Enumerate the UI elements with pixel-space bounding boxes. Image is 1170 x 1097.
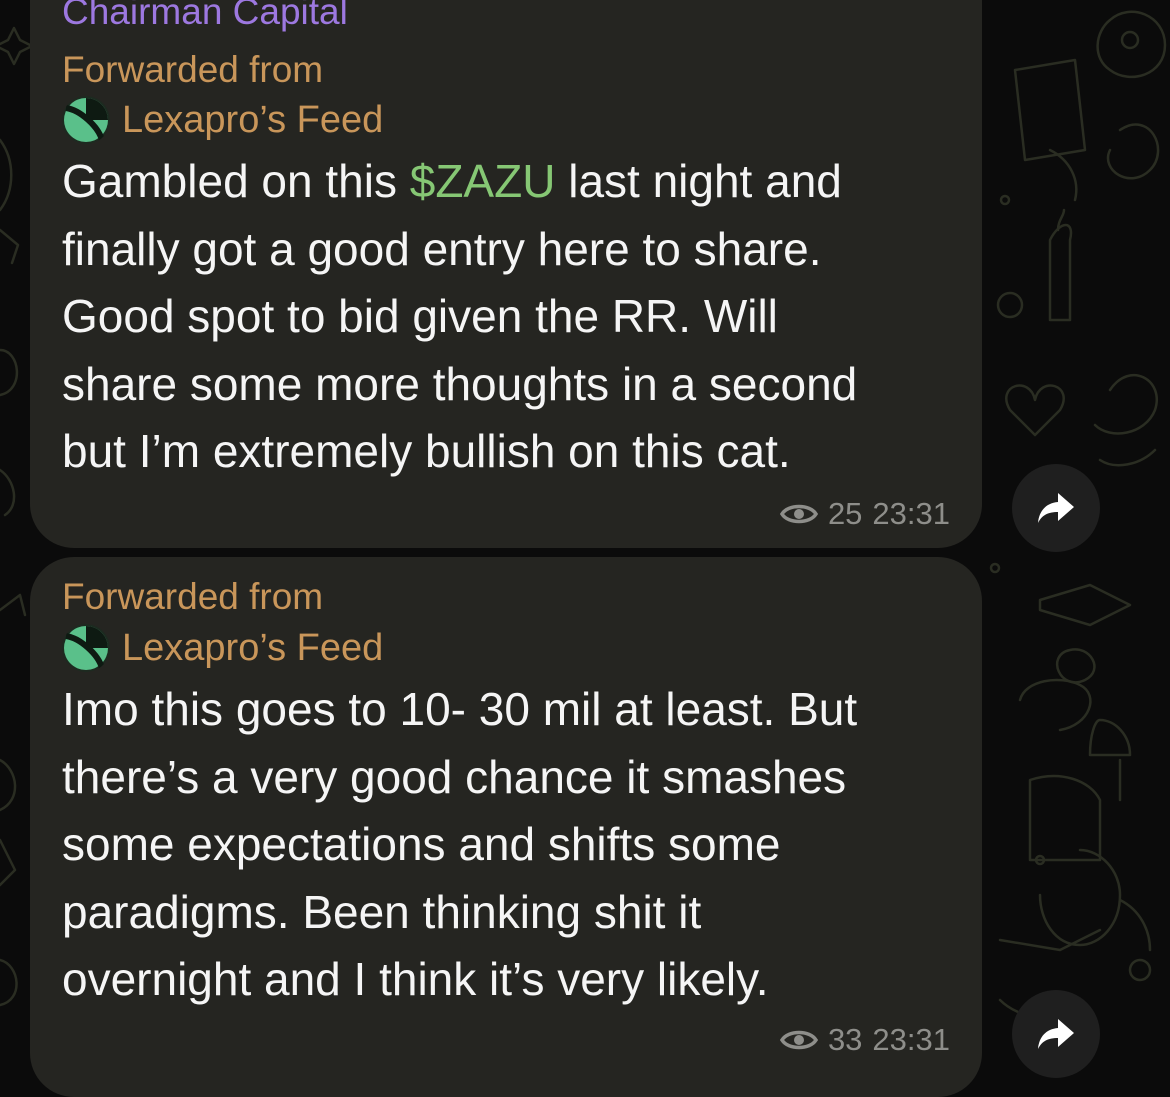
share-arrow-icon — [1038, 1019, 1074, 1049]
ticker-link[interactable]: $ZAZU — [410, 155, 556, 207]
message-line: Good spot to bid given the RR. Will — [62, 290, 778, 342]
forwarded-source[interactable]: Lexapro’s Feed — [62, 623, 383, 673]
message-line: share some more thoughts in a second — [62, 357, 858, 410]
forwarded-label: Forwarded from — [62, 49, 324, 90]
message-meta: 25 23:31 — [779, 494, 950, 534]
share-arrow-icon — [1038, 493, 1074, 523]
message-bubble[interactable]: Chairman Capital Forwarded from Lexapro’… — [30, 0, 982, 548]
forwarded-label: Forwarded from — [62, 576, 324, 617]
message-line: some expectations and shifts some — [62, 818, 781, 870]
eye-icon — [779, 504, 818, 524]
message-line: but I’m extremely bullish on this cat. — [62, 425, 791, 477]
message-line: Gambled on this $ZAZU last night and — [62, 155, 842, 207]
sender-name[interactable]: Chairman Capital — [62, 0, 348, 32]
message-time: 23:31 — [872, 1022, 950, 1057]
message-line: paradigms. Been thinking shit it — [62, 885, 702, 938]
message-text: Gambled on this $ZAZU last night and fin… — [62, 148, 962, 486]
message-meta: 33 23:31 — [779, 1020, 950, 1060]
message-text: Imo this goes to 10- 30 mil at least. Bu… — [62, 676, 962, 1014]
forwarded-source-name: Lexapro’s Feed — [122, 626, 384, 669]
message-line: overnight and I think it’s very likely. — [62, 953, 769, 1005]
share-button[interactable] — [1012, 464, 1100, 552]
channel-avatar — [62, 624, 110, 672]
message-bubble[interactable]: Forwarded from Lexapro’s Feed Imo this g… — [30, 557, 982, 1097]
message-line: there’s a very good chance it smashes — [62, 750, 847, 803]
forwarded-source[interactable]: Lexapro’s Feed — [62, 95, 383, 145]
view-count: 25 — [827, 496, 863, 531]
eye-icon — [779, 1030, 818, 1050]
forwarded-source-name: Lexapro’s Feed — [122, 98, 384, 141]
message-line: finally got a good entry here to share. — [62, 222, 822, 275]
message-time: 23:31 — [872, 496, 950, 531]
view-count: 33 — [827, 1022, 863, 1057]
message-line: Imo this goes to 10- 30 mil at least. Bu… — [62, 683, 858, 735]
channel-avatar — [62, 96, 110, 144]
share-button[interactable] — [1012, 990, 1100, 1078]
